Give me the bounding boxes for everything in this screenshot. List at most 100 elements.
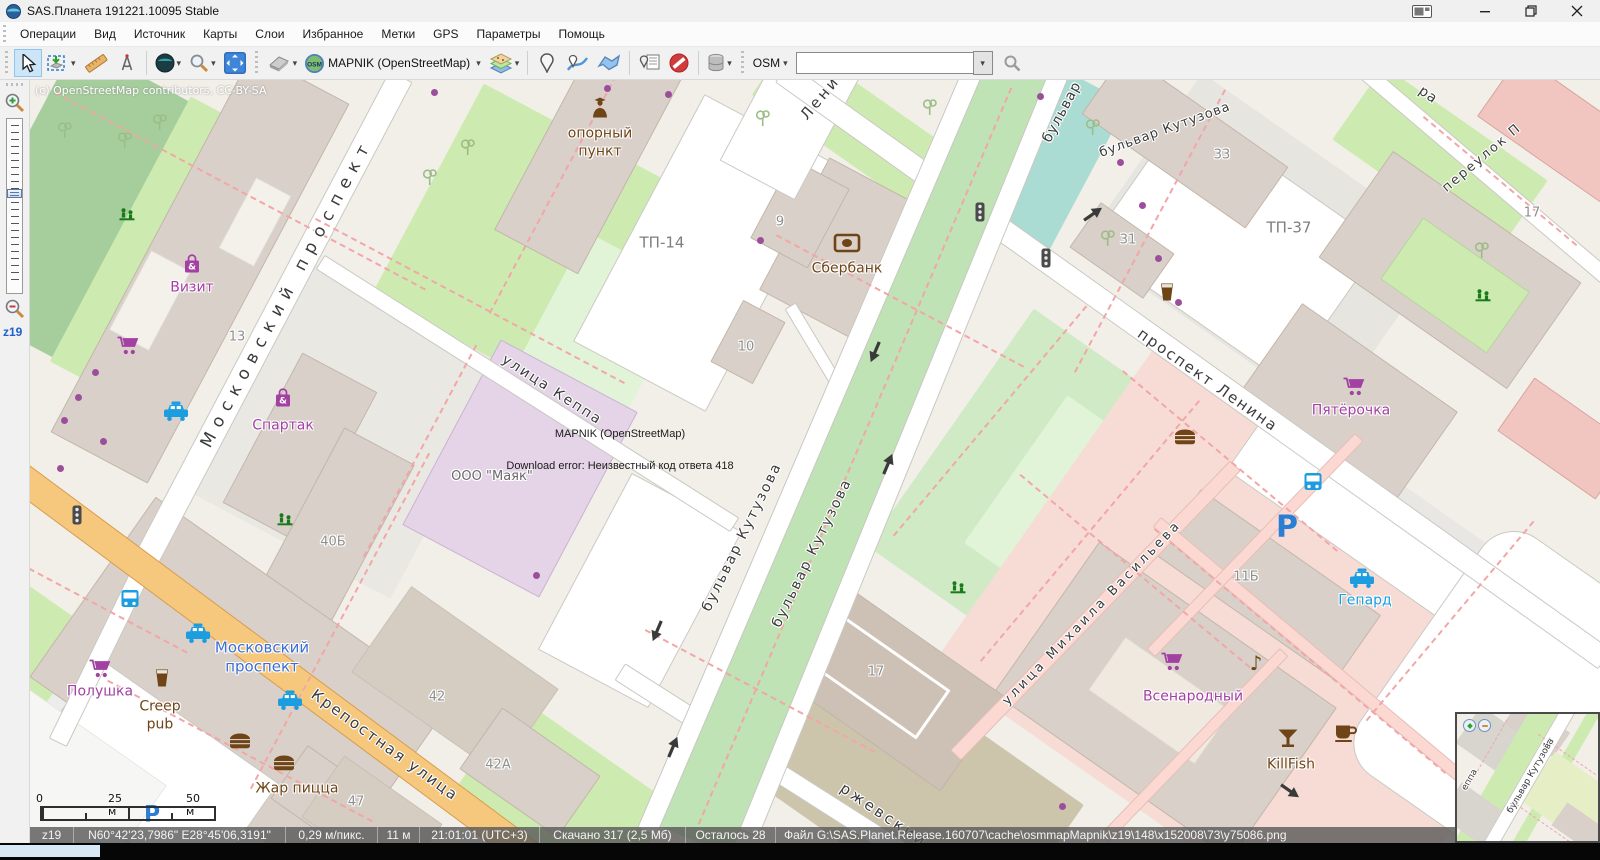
no-entry-button[interactable] [665,49,693,77]
poi-dot-icon [75,394,82,401]
window-title: SAS.Планета 191221.10095 Stable [27,4,219,18]
scale-label: 25 м [108,792,122,818]
application-window: (c) OpenStreetMap contributors, CC-BY-SA… [0,0,1600,860]
housenumber-label: 31 [1120,233,1137,248]
tree-icon [1101,230,1116,247]
layers-button[interactable]: ▾ [486,49,523,77]
search-combobox[interactable]: ▾ [796,52,993,74]
housenumber-label: 42А [485,758,510,773]
poi-dot-icon [665,91,672,98]
cursor-button[interactable] [14,49,42,77]
toolbar-separator [698,51,699,75]
search-input[interactable] [796,52,973,74]
minimap-panel[interactable]: бульвар Кутузоваеппа [1455,712,1600,843]
tree-icon [153,114,168,131]
osm-logo-icon: OSM [305,54,324,73]
tree-icon [923,99,938,116]
select-download-button[interactable]: ▾ [44,49,79,77]
menu-item-избранное[interactable]: Избранное [293,27,372,41]
polygon-button[interactable] [594,49,624,77]
magnifier-button[interactable]: ▾ [186,49,219,77]
toolbar-grip[interactable] [5,51,8,75]
poi-dot-icon [100,438,107,445]
minimize-button[interactable] [1462,0,1508,22]
poi-label: ТП-37 [1267,219,1312,238]
svg-text:OSM: OSM [307,61,322,68]
search-icon [1003,54,1021,72]
poi-dot-icon [1037,93,1044,100]
zoom-slider[interactable] [6,118,23,294]
compass-icon [117,53,137,73]
ruler-icon [84,53,108,74]
zoom-out-button[interactable] [4,298,25,324]
sidebar-grip[interactable] [6,83,24,86]
combo-dropdown-button[interactable]: ▾ [973,51,993,75]
menu-item-параметры[interactable]: Параметры [468,27,550,41]
bank-icon [834,234,861,253]
housenumber-label: 17 [1524,206,1541,221]
menu-item-слои[interactable]: Слои [246,27,293,41]
minimap-map[interactable]: бульвар Кутузоваеппа [1457,714,1598,841]
statusbar-segment: N60°42'23,7986" E28°45'06,3191" [74,827,286,843]
map3d-button[interactable]: ▾ [264,49,301,77]
database-button[interactable]: ▾ [704,49,735,77]
cart-icon [89,658,112,678]
statue-icon [1475,289,1492,304]
taskbar-fragment [0,845,100,857]
cart-icon [117,335,140,355]
placemark-button[interactable] [533,49,561,77]
menu-bar: ОперацииВидИсточникКартыСлоиИзбранноеМет… [0,22,1600,47]
zoom-slider-handle[interactable] [7,189,22,198]
toolbar-separator [527,51,528,75]
poi-label: Сбербанк [812,260,883,278]
cocktail-icon [1278,728,1299,748]
tree-icon [118,132,133,149]
search-source-label[interactable]: OSM▾ [753,56,788,70]
menu-item-помощь[interactable]: Помощь [549,27,613,41]
title-bar: SAS.Планета 191221.10095 Stable [0,0,1600,22]
ruler-button[interactable] [81,49,111,77]
housenumber-label: 17 [868,665,885,680]
poi-dot-icon [604,85,611,92]
placemark-list-button[interactable] [635,49,663,77]
menu-item-источник[interactable]: Источник [125,27,194,41]
restore-button[interactable] [1508,0,1554,22]
poi-dot-icon [1155,255,1162,262]
menu-item-метки[interactable]: Метки [372,27,424,41]
zoom-in-button[interactable] [4,92,25,118]
poi-dot-icon [757,237,764,244]
poi-label: Гепард [1338,592,1391,610]
search-button[interactable] [998,49,1026,77]
menu-item-карты[interactable]: Карты [194,27,246,41]
statusbar-segment: 11 м [378,827,420,843]
database-icon [707,53,725,73]
housenumber-label: 42 [429,690,446,705]
minimap-zoom-out-button[interactable] [1478,719,1491,732]
statue-icon [950,581,967,596]
menubar-grip[interactable] [3,25,6,43]
compass-button[interactable] [113,49,141,77]
scale-label: 50 м [186,792,200,818]
layers-icon [489,53,513,74]
placemark-icon [540,53,554,73]
menu-item-вид[interactable]: Вид [85,27,125,41]
burger-icon [229,733,252,750]
menu-item-gps[interactable]: GPS [424,27,467,41]
poi-label: Жар пицца [256,780,339,798]
path-button[interactable] [563,49,592,77]
housenumber-label: 9 [776,215,784,230]
close-button[interactable] [1554,0,1600,22]
map-source-button[interactable]: OSMMAPNIK (OpenStreetMap)▾ [302,49,484,77]
poi-label: ТП-14 [640,234,685,253]
minimap-zoom-in-button[interactable] [1463,719,1476,732]
police-icon [591,97,610,118]
toolbar-grip[interactable] [255,51,258,75]
menu-item-операции[interactable]: Операции [11,27,85,41]
fullscreen-button[interactable] [221,49,249,77]
globe-button[interactable]: ▾ [152,49,185,77]
toolbar-grip[interactable] [741,51,744,75]
map-canvas[interactable]: (c) OpenStreetMap contributors, CC-BY-SA… [0,0,1600,860]
statue-icon [277,513,294,528]
scale-label: 0 [36,792,43,805]
poi-dot-icon [1117,159,1124,166]
